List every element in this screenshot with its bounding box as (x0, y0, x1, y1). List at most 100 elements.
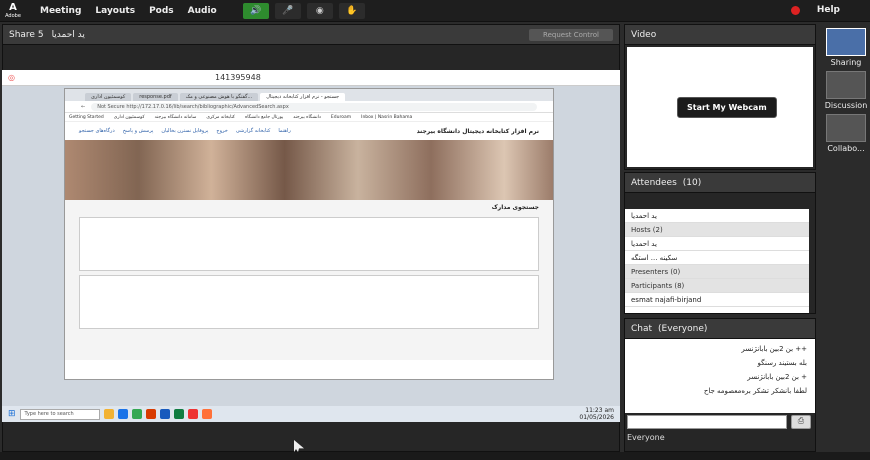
attendees-pod: Attendees (10) ید احمدیا Hosts (2) ید اح… (624, 172, 816, 314)
chat-message: بله بستیند رسنگو (757, 359, 807, 367)
site-title: نرم افزار کتابخانه دیجیتال دانشگاه بیرجن… (416, 127, 539, 135)
layout-discussion-label[interactable]: Discussion (822, 101, 870, 110)
attendee-me[interactable]: ید احمدیا (625, 209, 809, 223)
chrome-icon[interactable] (131, 409, 142, 419)
nav-library-report[interactable]: کتابخانه گزارشی (236, 128, 271, 134)
shared-screen: ◎ 141395948 کوسمئیون اداری response.pdf … (2, 70, 620, 452)
bookmark-6[interactable]: دانشگاه بیرجند (293, 115, 321, 120)
participant-1[interactable]: esmat najafi-birjand (625, 293, 809, 307)
address-bar: ← Not Secure http://172.17.0.16/lib/sear… (65, 101, 553, 113)
presenter-name: ید احمدیا (51, 29, 85, 40)
bookmark-8[interactable]: Inbox | Nasrin Bahama (361, 115, 412, 120)
section-title: جستجوی مدارک (491, 204, 539, 211)
top-bar: A Adobe Meeting Layouts Pods Audio 🔊 🎤 ◉ … (0, 0, 870, 22)
tab-response-pdf[interactable]: response.pdf (133, 93, 178, 101)
layouts-bar: Sharing Discussion Collabo... (822, 24, 870, 454)
taskbar-clock: 11:23 am 01/05/2026 (579, 407, 614, 421)
bookmark-5[interactable]: پورتال جامع دانشگاه (245, 115, 283, 120)
bookmark-2[interactable]: کوسمئیون اداری (114, 115, 145, 120)
chat-message: ++ بن 2بین بابانژنسر (741, 345, 807, 353)
nav-help[interactable]: راهنما (278, 128, 290, 134)
nav-qa[interactable]: پرسش و پاسخ (123, 128, 154, 134)
search-form-fields[interactable] (79, 217, 539, 271)
menu-meeting[interactable]: Meeting (40, 6, 81, 16)
bookmark-1[interactable]: Getting Started (69, 115, 104, 120)
windows-start-icon[interactable]: ⊞ (8, 409, 16, 419)
chat-scope: (Everyone) (658, 323, 708, 334)
host-taskbar (0, 452, 870, 460)
excel-icon[interactable] (173, 409, 184, 419)
attendees-pod-header: Attendees (10) (625, 173, 815, 193)
menu-layouts[interactable]: Layouts (95, 6, 135, 16)
bookmark-4[interactable]: کتابخانه مرکزی (206, 115, 235, 120)
tab-ai-chat[interactable]: گفتگو با هوش مصنوعی و مک... (179, 93, 259, 101)
site-nav: درگاه‌های جستجو پرسش و پاسخ پروفایل نستر… (65, 122, 553, 140)
tab-office[interactable]: کوسمئیون اداری (85, 93, 132, 101)
presenters-group[interactable]: Presenters (0) (625, 265, 809, 279)
file-explorer-icon[interactable] (103, 409, 114, 419)
browser-tabs: کوسمئیون اداری response.pdf گفتگو با هوش… (65, 89, 553, 101)
search-form-filters[interactable] (79, 275, 539, 329)
hosts-group[interactable]: Hosts (2) (625, 223, 809, 237)
layout-sharing-thumbnail[interactable] (826, 28, 866, 56)
word-icon[interactable] (159, 409, 170, 419)
chat-pod: Chat (Everyone) ++ بن 2بین بابانژنسر بله… (624, 318, 816, 452)
remote-desktop: کوسمئیون اداری response.pdf گفتگو با هوش… (2, 86, 620, 452)
bookmark-3[interactable]: سامانه دانشگاه بیرجند (155, 115, 197, 120)
nav-profile[interactable]: پروفایل نسترن بخالیان (161, 128, 208, 134)
layout-collaboration-thumbnail[interactable] (826, 114, 866, 142)
chat-recipient-tab[interactable]: Everyone (627, 433, 665, 442)
search-content: جستجوی مدارک (65, 200, 553, 360)
participants-group[interactable]: Participants (8) (625, 279, 809, 293)
menu-audio[interactable]: Audio (188, 6, 217, 16)
host-1[interactable]: ید احمدیا (625, 237, 809, 251)
attendees-list: ید احمدیا Hosts (2) ید احمدیا سکینه ... … (625, 209, 809, 313)
firefox-icon[interactable] (201, 409, 212, 419)
chat-pod-header: Chat (Everyone) (625, 319, 815, 339)
video-pod-header: Video (625, 25, 815, 45)
powerpoint-icon[interactable] (145, 409, 156, 419)
url-field[interactable]: Not Secure http://172.17.0.16/lib/search… (91, 102, 537, 111)
help-menu[interactable]: Help (817, 5, 840, 15)
nav-logout[interactable]: خروج (216, 128, 228, 134)
windows-taskbar: ⊞ Type here to search 11:23 am 01/05/202… (2, 406, 620, 422)
browser-window: کوسمئیون اداری response.pdf گفتگو با هوش… (64, 88, 554, 380)
chat-message: + بن 2بین بابانژنسر (747, 373, 807, 381)
taskbar-search[interactable]: Type here to search (19, 408, 100, 420)
chat-messages: ++ بن 2بین بابانژنسر بله بستیند رسنگو + … (625, 339, 815, 413)
remote-logo-icon: ◎ (8, 73, 15, 82)
start-webcam-button[interactable]: Start My Webcam (677, 97, 777, 118)
host-2[interactable]: سکینه ... استگه (625, 251, 809, 265)
chat-title: Chat (631, 323, 653, 334)
share-pod-header: Share 5 ید احمدیا Request Control (3, 25, 619, 45)
tab-library-search[interactable]: جستجو - نرم افزار کتابخانه دیجیتال (260, 93, 346, 101)
record-indicator[interactable] (791, 6, 800, 15)
bookmark-7[interactable]: Eduroam (331, 115, 351, 120)
request-control-button[interactable]: Request Control (529, 28, 613, 41)
microphone-icon[interactable]: 🎤 (274, 2, 301, 19)
edge-icon[interactable] (117, 409, 128, 419)
adobe-logo: A Adobe (5, 1, 21, 19)
video-pod-title: Video (631, 29, 657, 40)
bookmarks-bar: Getting Started کوسمئیون اداری سامانه دا… (65, 113, 553, 122)
nav-search-gateways[interactable]: درگاه‌های جستجو (79, 128, 115, 134)
session-id: 141395948 (214, 73, 261, 82)
layout-collaboration-label[interactable]: Collabo... (822, 144, 870, 153)
back-icon[interactable]: ← (81, 104, 85, 110)
attendees-count: (10) (682, 177, 702, 188)
chat-input[interactable] (627, 415, 787, 429)
webcam-icon[interactable]: ◉ (306, 2, 333, 19)
share-pod-title: Share 5 (9, 29, 44, 40)
remote-desktop-bar: ◎ 141395948 (2, 70, 620, 86)
taskbar-time: 11:23 am (585, 407, 614, 414)
raise-hand-icon[interactable]: ✋ (338, 2, 365, 19)
video-pod: Video Start My Webcam (624, 24, 816, 170)
send-icon[interactable]: ⎙ (791, 415, 811, 429)
menu-pods[interactable]: Pods (149, 6, 174, 16)
library-banner-image (65, 140, 553, 200)
attendees-title: Attendees (631, 177, 677, 188)
layout-discussion-thumbnail[interactable] (826, 71, 866, 99)
acrobat-icon[interactable] (187, 409, 198, 419)
speaker-icon[interactable]: 🔊 (242, 2, 269, 19)
layout-sharing-label[interactable]: Sharing (822, 58, 870, 67)
